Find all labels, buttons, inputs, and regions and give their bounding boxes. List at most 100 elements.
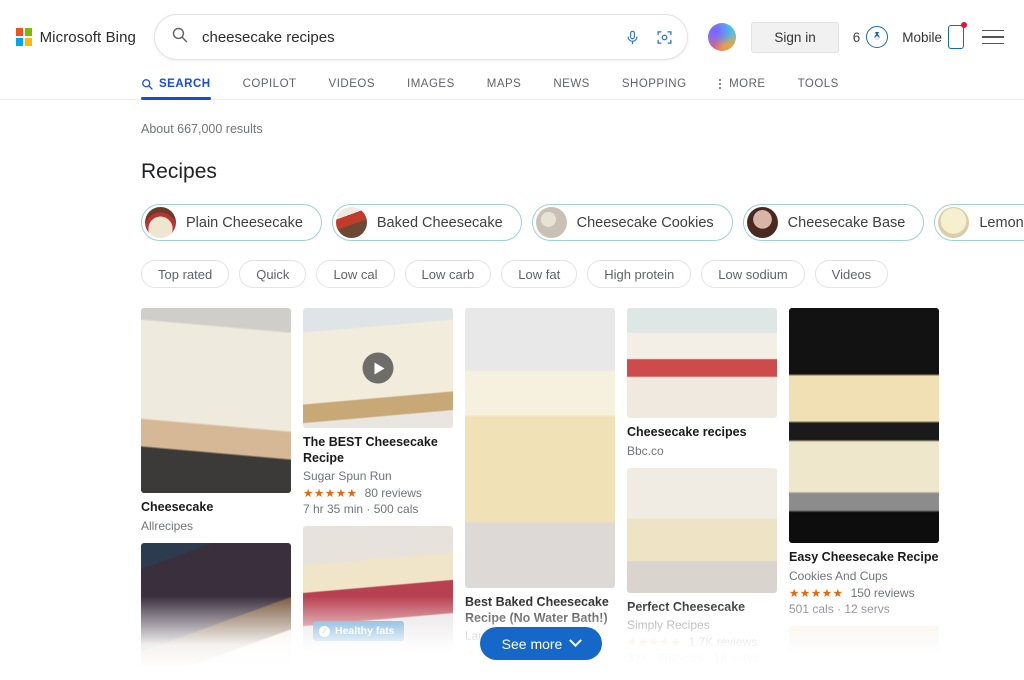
tab-label: COPILOT — [242, 78, 297, 90]
rewards-indicator[interactable]: 6 — [853, 26, 889, 48]
recipe-image — [627, 467, 777, 593]
hamburger-menu-icon[interactable] — [982, 29, 1004, 45]
mobile-link[interactable]: Mobile — [902, 22, 967, 49]
tab-label: NEWS — [553, 78, 590, 90]
entity-chip-row: Plain Cheesecake Baked Cheesecake Cheese… — [141, 204, 1024, 241]
recipe-image — [465, 308, 615, 588]
entity-thumbnail-icon — [746, 207, 778, 238]
recipe-image — [789, 625, 939, 651]
review-count: 80 reviews — [364, 486, 422, 501]
recipe-card-perfect-cheesecake[interactable]: Perfect Cheesecake Simply Recipes ★★★★★ … — [627, 467, 777, 665]
play-video-icon[interactable] — [362, 352, 394, 384]
entity-chip-cheesecake-cookies[interactable]: Cheesecake Cookies — [531, 204, 733, 241]
entity-chip-label: Cheesecake Cookies — [576, 214, 714, 231]
see-more-button[interactable]: See more — [479, 627, 603, 660]
see-more-label: See more — [501, 635, 563, 652]
search-input[interactable] — [202, 28, 617, 46]
tab-shopping[interactable]: SHOPPING — [606, 78, 703, 99]
recipe-card-partial[interactable] — [789, 625, 939, 651]
entity-thumbnail-icon — [335, 207, 367, 238]
recipe-title: Easy Cheesecake Recipe — [789, 550, 939, 564]
filter-pill-high-protein[interactable]: High protein — [587, 260, 692, 288]
tab-label: SEARCH — [159, 78, 211, 90]
entity-chip-label: Plain Cheesecake — [186, 214, 303, 231]
tab-maps[interactable]: MAPS — [471, 78, 538, 99]
tab-tools[interactable]: TOOLS — [782, 78, 855, 99]
grid-column-1: Cheesecake Allrecipes — [141, 308, 291, 668]
recipe-image — [303, 308, 453, 428]
recipe-card-best-cheesecake-recipe[interactable]: The BEST Cheesecake Recipe Sugar Spun Ru… — [303, 308, 453, 516]
recipe-card-easy-cheesecake[interactable]: Easy Cheesecake Recipe Cookies And Cups … — [789, 308, 939, 616]
star-rating-icon: ★★★★★ — [303, 488, 358, 501]
recipe-image — [141, 308, 291, 493]
entity-chip-label: Lemon Cheesecake — [979, 214, 1024, 231]
entity-chip-baked-cheesecake[interactable]: Baked Cheesecake — [331, 204, 522, 241]
grid-column-2: The BEST Cheesecake Recipe Sugar Spun Ru… — [303, 308, 453, 668]
search-box[interactable] — [154, 14, 688, 60]
tab-more[interactable]: MORE — [703, 78, 782, 99]
entity-thumbnail-icon — [938, 207, 970, 238]
filter-pill-row: Top rated Quick Low cal Low carb Low fat… — [141, 260, 1024, 288]
entity-thumbnail-icon — [535, 207, 567, 238]
recipe-image — [627, 308, 777, 418]
recipe-rating: ★★★★★ 80 reviews — [303, 486, 453, 500]
brand-label: Microsoft Bing — [39, 28, 136, 46]
recipe-title: Cheesecake — [141, 500, 214, 514]
recipe-title: Cheesecake recipes — [627, 425, 747, 439]
star-rating-icon: ★★★★★ — [789, 587, 844, 600]
review-count: 150 reviews — [850, 585, 915, 600]
review-count: 1.7K reviews — [688, 635, 758, 650]
recipe-card-cheesecake[interactable]: Cheesecake Allrecipes — [141, 308, 291, 533]
filter-pill-low-fat[interactable]: Low fat — [501, 260, 578, 288]
copilot-orb-icon[interactable] — [708, 23, 736, 51]
recipe-meta: 501 cals · 12 servs — [789, 601, 890, 616]
microphone-icon[interactable] — [625, 28, 640, 47]
grid-column-5: Easy Cheesecake Recipe Cookies And Cups … — [789, 308, 939, 668]
mobile-label: Mobile — [902, 29, 942, 45]
filter-pill-videos[interactable]: Videos — [814, 260, 889, 288]
results-main: About 667,000 results Recipes Plain Chee… — [0, 100, 1024, 668]
recipe-source: Cookies And Cups — [789, 568, 888, 583]
chevron-down-icon — [569, 634, 583, 648]
search-icon — [142, 79, 153, 90]
recipe-image — [789, 308, 939, 543]
recipe-title: Perfect Cheesecake — [627, 599, 746, 614]
recipe-card-best-baked-cheesecake[interactable]: Best Baked Cheesecake Recipe (No Water B… — [465, 308, 615, 668]
filter-pill-quick[interactable]: Quick — [239, 260, 307, 288]
tab-copilot[interactable]: COPILOT — [227, 78, 313, 99]
recipe-card-cherry-healthy-fats[interactable]: ✓ Healthy fats — [303, 526, 453, 652]
status-badge: ✓ Healthy fats — [313, 621, 404, 642]
tab-news[interactable]: NEWS — [537, 78, 606, 99]
sign-in-button[interactable]: Sign in — [751, 21, 839, 53]
tab-search[interactable]: SEARCH — [141, 78, 227, 100]
recipe-results-grid: Cheesecake Allrecipes The BEST Cheesecak… — [141, 308, 941, 668]
recipe-card-bbc-cheesecake-recipes[interactable]: Cheesecake recipes Bbc.co — [627, 308, 777, 458]
recipe-title: Best Baked Cheesecake Recipe (No Water B… — [465, 595, 609, 625]
filter-pill-low-carb[interactable]: Low carb — [404, 260, 492, 288]
check-circle-icon: ✓ — [319, 625, 330, 637]
filter-pill-low-sodium[interactable]: Low sodium — [701, 260, 805, 288]
overflow-dots-icon — [718, 78, 722, 90]
entity-chip-lemon-cheesecake[interactable]: Lemon Cheesecake — [934, 204, 1024, 241]
tab-images[interactable]: IMAGES — [391, 78, 471, 99]
recipe-source: Allrecipes — [141, 518, 194, 533]
recipe-source: Bbc.co — [627, 443, 664, 458]
recipe-card-blueberry[interactable] — [141, 542, 291, 668]
filter-pill-top-rated[interactable]: Top rated — [141, 260, 230, 288]
recipe-title: The BEST Cheesecake Recipe — [303, 435, 438, 465]
recipe-image: ✓ Healthy fats — [303, 526, 453, 652]
visual-search-icon[interactable] — [656, 29, 673, 46]
bing-logo[interactable]: Microsoft Bing — [16, 28, 136, 46]
recipe-rating: ★★★★★ 1.7K reviews — [627, 635, 777, 649]
filter-pill-low-cal[interactable]: Low cal — [316, 260, 395, 288]
tab-videos[interactable]: VIDEOS — [313, 78, 391, 99]
entity-chip-label: Cheesecake Base — [787, 214, 906, 231]
entity-chip-cheesecake-base[interactable]: Cheesecake Base — [742, 204, 925, 241]
tab-label: MAPS — [486, 78, 522, 90]
entity-chip-plain-cheesecake[interactable]: Plain Cheesecake — [141, 204, 322, 241]
header-actions: Sign in 6 Mobile — [751, 21, 1008, 53]
grid-column-3: Best Baked Cheesecake Recipe (No Water B… — [465, 308, 615, 668]
mobile-phone-icon — [948, 22, 967, 49]
recipe-rating: ★★★★★ 150 reviews — [789, 586, 939, 600]
rewards-count: 6 — [852, 29, 861, 45]
